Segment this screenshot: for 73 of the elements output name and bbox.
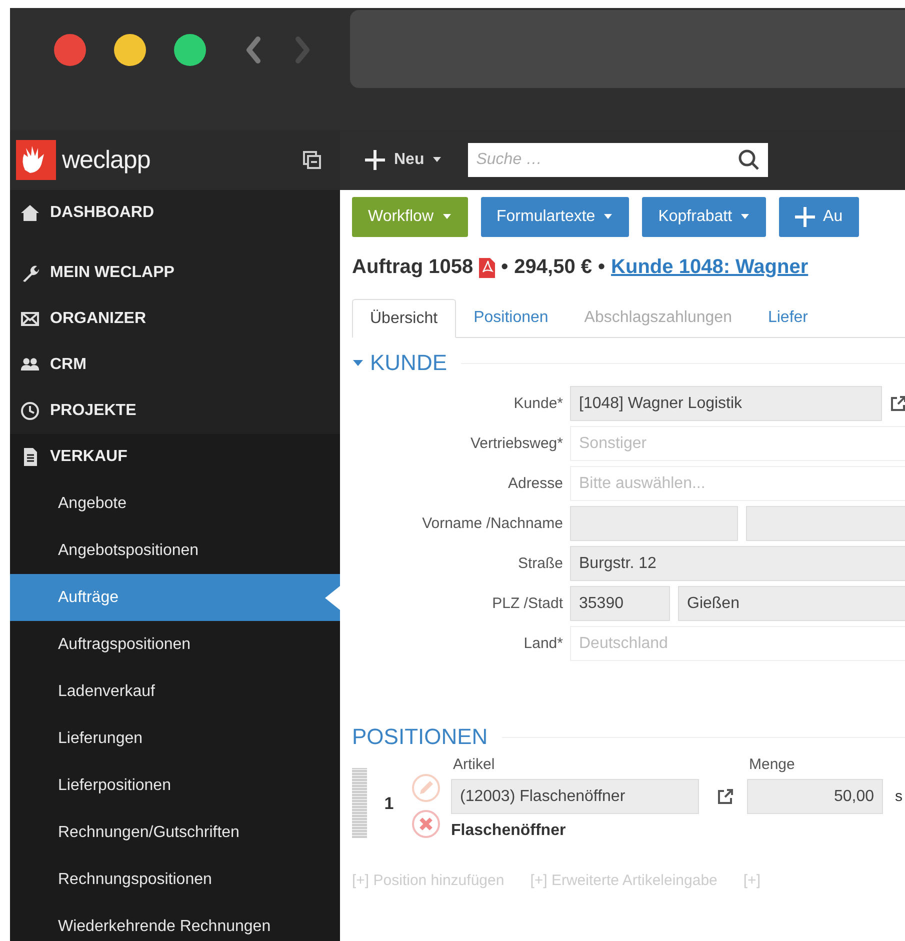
caret-icon [442,214,452,220]
input-field[interactable]: [1048] Wagner Logistik [570,386,882,421]
quantity-field[interactable]: 50,00 [747,779,883,814]
collapse-icon[interactable] [302,150,322,170]
customer-link[interactable]: Kunde 1048: Wagner [611,256,808,279]
window-button[interactable] [54,34,86,66]
input-field[interactable]: Burgstr. 12 [570,546,905,581]
search-icon [738,149,760,171]
sidebar-subitem[interactable]: Aufträge [10,574,340,621]
order-title: Auftrag 1058 [352,256,474,279]
caret-icon [740,214,750,220]
column-label: Menge [749,756,796,775]
action-button[interactable]: Au [779,197,859,237]
sidebar-item[interactable]: ORGANIZER [10,296,340,342]
clock-icon [20,401,40,421]
search-field[interactable]: Suche … [468,143,768,177]
field-label: PLZ /Stadt [491,595,563,612]
sidebar-subitem[interactable]: Lieferungen [10,715,340,762]
plus-icon [364,149,386,171]
field-label: Vertriebsweg* [469,435,563,452]
select-field[interactable]: Bitte auswählen... [570,466,905,501]
drag-handle[interactable] [352,768,367,838]
article-field[interactable]: (12003) Flaschenöffner [451,779,699,814]
field-label: Adresse [506,475,563,492]
back-icon[interactable] [244,36,263,64]
field-label: Kunde* [512,395,563,412]
sidebar-subitem[interactable]: Lieferpositionen [10,762,340,809]
tab[interactable]: Liefer [750,299,826,337]
input-field[interactable]: Gießen [678,586,905,621]
collapse-caret-icon[interactable] [352,359,364,367]
sidebar-subitem[interactable]: Auftragspositionen [10,621,340,668]
caret-icon [603,214,614,220]
field-label: Land* [522,635,563,652]
caret-icon [432,157,442,163]
action-button[interactable]: Formulartexte [480,197,630,237]
window-button[interactable] [114,34,146,66]
input-field[interactable] [570,506,738,541]
new-button[interactable]: Neu [364,149,442,171]
field-label: Straße [516,555,563,572]
delete-icon[interactable] [411,809,441,839]
sidebar-item[interactable]: MEIN WECLAPP [10,250,340,296]
sidebar-item[interactable]: VERKAUF [10,434,340,480]
plus-icon [795,207,816,227]
sidebar-subitem[interactable]: Rechnungen/Gutschriften [10,809,340,856]
sidebar-subitem[interactable]: Angebote [10,480,340,527]
app-logo-text: weclapp [62,146,152,174]
column-label: Artikel [453,756,496,775]
article-description: Flaschenöffner [451,822,567,840]
tab[interactable]: Übersicht [352,299,456,338]
pdf-icon[interactable] [479,258,496,278]
section-title: POSITIONEN [352,724,488,750]
sidebar-subitem[interactable]: Rechnungspositionen [10,856,340,903]
external-link-icon[interactable] [890,396,905,412]
sidebar-subitem[interactable]: Angebotspositionen [10,527,340,574]
action-button[interactable]: Kopfrabatt [642,197,766,237]
sidebar-subitem[interactable]: Ladenverkauf [10,668,340,715]
sidebar-subitem[interactable]: Wiederkehrende Rechnungen [10,903,340,941]
home-icon [20,203,40,223]
separator-dot: • [501,256,508,279]
field-label: Vorname /Nachname [421,515,563,532]
tab[interactable]: Positionen [456,299,566,337]
section-title: KUNDE [370,350,448,376]
sidebar-item[interactable]: DASHBOARD [10,190,340,236]
sidebar-item[interactable]: CRM [10,342,340,388]
envelope-icon [20,309,40,329]
order-amount: 294,50 € [514,256,592,279]
unit-label: s [895,788,902,805]
position-number: 1 [383,794,395,814]
external-link-icon[interactable] [717,788,733,804]
separator-dot: • [598,256,606,279]
input-field[interactable]: 35390 [570,586,670,621]
window-button[interactable] [174,34,206,66]
sidebar-item[interactable]: PROJEKTE [10,388,340,434]
